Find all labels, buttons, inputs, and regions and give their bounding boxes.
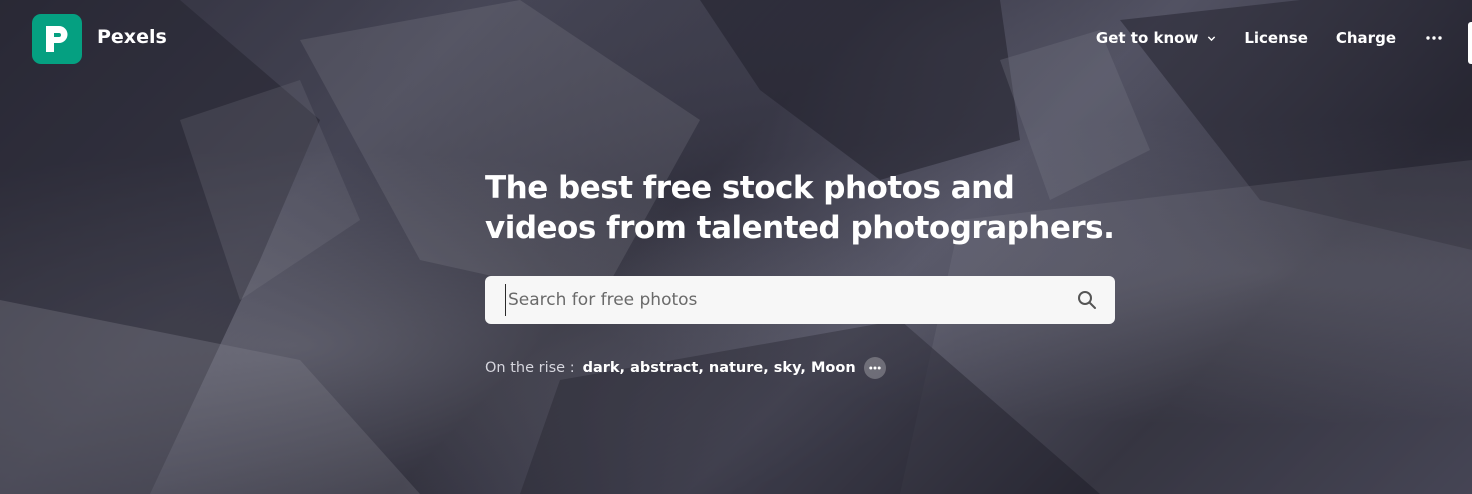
trending-links: dark, abstract, nature, sky, Moon [583, 360, 856, 376]
pexels-logo-icon[interactable] [32, 14, 82, 64]
more-dots-icon[interactable] [863, 357, 886, 379]
main-nav: Get to know License Charge [1068, 28, 1442, 48]
search-input[interactable] [505, 284, 1050, 316]
join-button-edge[interactable] [1468, 22, 1472, 64]
more-dots-icon[interactable] [1426, 28, 1442, 48]
search-bar [485, 276, 1115, 324]
hero-headline: The best free stock photos and videos fr… [485, 170, 1115, 246]
trending-term-link[interactable]: dark [583, 360, 620, 376]
trending-searches: On the rise : dark, abstract, nature, sk… [485, 357, 886, 379]
nav-item-charge[interactable]: Charge [1336, 29, 1396, 47]
nav-item-get-to-know[interactable]: Get to know [1096, 29, 1216, 47]
nav-item-label: License [1244, 29, 1308, 47]
trending-term-link[interactable]: abstract [630, 360, 698, 376]
nav-item-license[interactable]: License [1244, 29, 1308, 47]
trending-separator: , [800, 360, 811, 376]
nav-item-label: Get to know [1095, 29, 1199, 47]
trending-separator: , [619, 360, 631, 376]
nav-item-label: Charge [1335, 29, 1396, 47]
trending-term-link[interactable]: nature [709, 360, 763, 376]
search-icon[interactable] [1077, 290, 1097, 310]
trending-label: On the rise : [485, 360, 575, 376]
top-navigation-bar: Pexels Get to know License Charge [0, 0, 1472, 78]
trending-separator: , [698, 360, 709, 376]
trending-term-link[interactable]: Moon [811, 360, 856, 376]
brand-name[interactable]: Pexels [97, 26, 167, 48]
chevron-down-icon [1208, 35, 1216, 41]
hero-section: Pexels Get to know License Charge The be… [0, 0, 1472, 494]
trending-separator: , [763, 360, 774, 376]
trending-term-link[interactable]: sky [774, 360, 801, 376]
